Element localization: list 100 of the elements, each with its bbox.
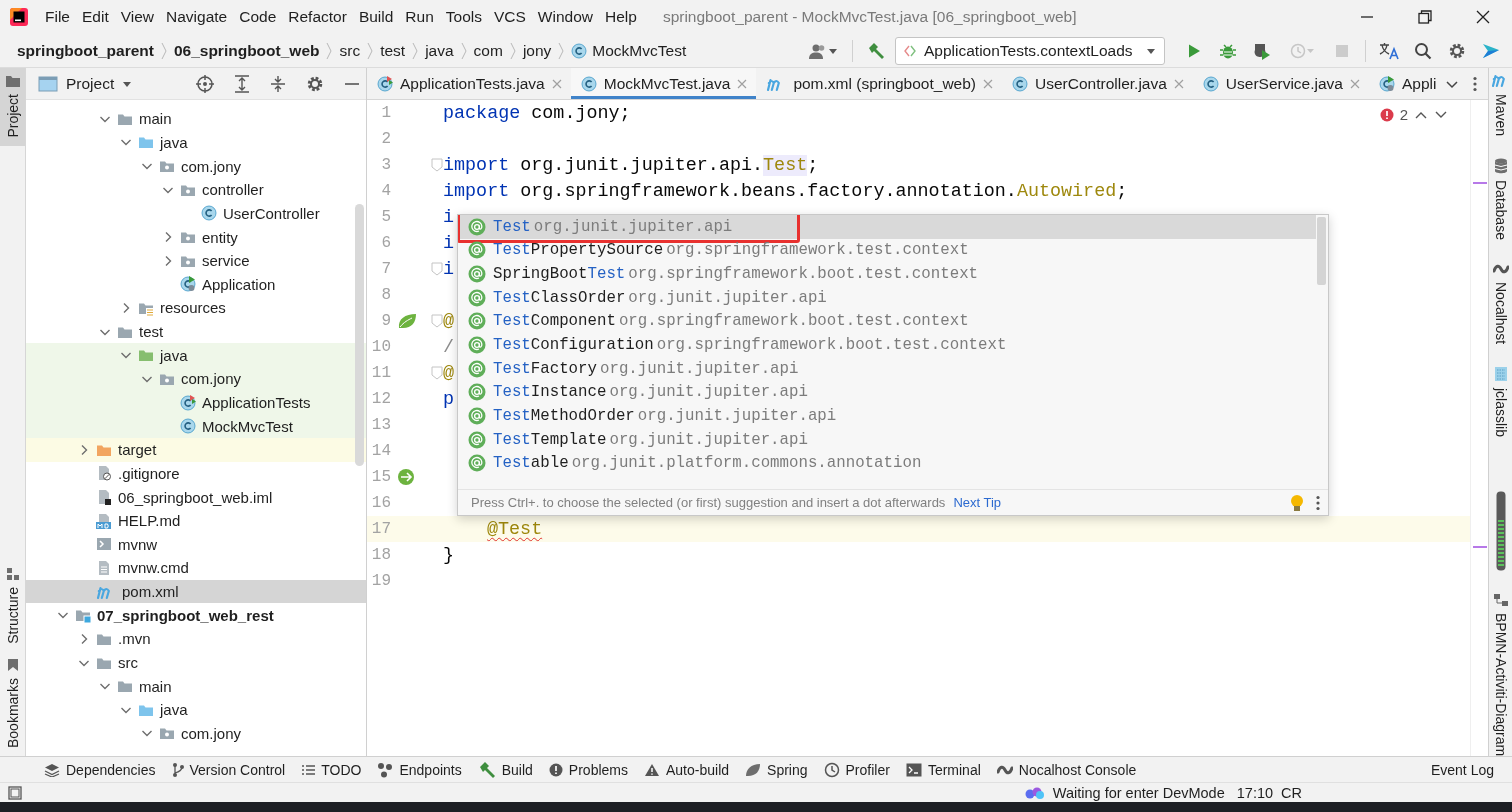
menu-item[interactable]: Refactor — [282, 8, 353, 26]
breadcrumb[interactable]: jony — [519, 41, 555, 60]
marker[interactable] — [1473, 182, 1487, 184]
menu-item[interactable]: Edit — [76, 8, 115, 26]
tree-item[interactable]: MockMvcTest — [26, 414, 366, 438]
scrollbar[interactable] — [1317, 217, 1326, 285]
tree-item[interactable]: entity — [26, 225, 366, 249]
tool-window-button[interactable]: Endpoints — [369, 761, 470, 778]
tool-window-button[interactable]: Nocalhost Console — [988, 761, 1145, 778]
coverage-icon[interactable] — [1253, 41, 1271, 60]
menu-item[interactable]: Tools — [439, 8, 488, 26]
tree-item[interactable]: pom.xml — [26, 579, 366, 604]
tree-item[interactable]: com.jony — [26, 154, 366, 178]
collapse-all-icon[interactable] — [270, 74, 286, 93]
tree-item[interactable]: java — [26, 698, 366, 722]
breadcrumb[interactable]: springboot_parent — [14, 41, 157, 60]
editor-tab[interactable]: UserService.java — [1192, 68, 1369, 99]
next-icon[interactable] — [1434, 109, 1448, 120]
tree-item[interactable]: service — [26, 248, 366, 273]
tool-window-button[interactable]: Version Control — [163, 761, 294, 778]
tool-window-button[interactable]: Profiler — [815, 761, 898, 778]
project-view-dropdown[interactable]: Project — [38, 74, 133, 93]
completion-item[interactable]: TestMethodOrder org.junit.jupiter.api — [458, 404, 1316, 428]
tree-item[interactable]: test — [26, 319, 366, 344]
editor-tab[interactable]: MockMvcTest.java — [570, 68, 757, 99]
menu-item[interactable]: Help — [599, 8, 643, 26]
scrollbar[interactable] — [355, 204, 364, 466]
tree-item[interactable]: java — [26, 343, 366, 368]
fold-marker-icon[interactable] — [431, 366, 443, 380]
more-icon[interactable] — [1316, 494, 1320, 511]
line-separator[interactable]: CR — [1281, 784, 1302, 801]
tree-item[interactable]: 06_springboot_web.iml — [26, 485, 366, 509]
tree-item[interactable]: com.jony — [26, 367, 366, 391]
tree-item[interactable]: 07_springboot_web_rest — [26, 603, 366, 628]
completion-item[interactable]: TestClassOrder org.junit.jupiter.api — [458, 285, 1316, 310]
search-icon[interactable] — [1414, 41, 1432, 60]
settings-icon[interactable] — [306, 74, 324, 93]
tool-window-tab[interactable]: Structure — [0, 561, 25, 652]
caret-position[interactable]: 17:10 — [1236, 784, 1274, 801]
editor-tab[interactable]: Appli — [1369, 68, 1446, 99]
locate-icon[interactable] — [196, 74, 214, 93]
hammer-icon[interactable] — [867, 41, 885, 60]
tool-window-button[interactable]: Dependencies — [36, 761, 164, 778]
close-icon[interactable] — [1476, 10, 1490, 24]
breadcrumb[interactable]: src — [336, 41, 364, 60]
tree-item[interactable]: java — [26, 130, 366, 155]
breadcrumb[interactable]: test — [377, 41, 409, 60]
tool-window-button[interactable]: Terminal — [897, 761, 989, 778]
breadcrumb[interactable]: 06_springboot_web — [170, 41, 323, 60]
run-configuration-dropdown[interactable]: ApplicationTests.contextLoads — [895, 36, 1165, 65]
tool-window-tab[interactable]: Database — [1492, 158, 1509, 240]
menu-item[interactable]: Window — [531, 8, 599, 26]
debug-icon[interactable] — [1219, 41, 1237, 60]
tree-item[interactable]: mvnw.cmd — [26, 556, 366, 580]
menu-item[interactable]: View — [114, 8, 161, 26]
tool-window-button[interactable]: TODO — [293, 761, 370, 778]
tree-item[interactable]: UserController — [26, 201, 366, 226]
tree-item[interactable]: main — [26, 107, 366, 131]
menu-item[interactable]: Navigate — [160, 8, 234, 26]
completion-item[interactable]: TestTemplate org.junit.jupiter.api — [458, 427, 1316, 452]
editor-tab[interactable]: UserController.java — [1002, 68, 1193, 99]
spring-bean-icon[interactable] — [397, 468, 417, 486]
completion-item[interactable]: TestComponent org.springframework.boot.test.context — [458, 309, 1316, 334]
completion-item[interactable]: TestConfiguration org.springframework.boot.test.context — [458, 333, 1316, 357]
completion-item[interactable]: SpringBootTest org.springframework.boot.test.context — [458, 262, 1316, 286]
tool-window-tab[interactable]: Project — [0, 68, 25, 146]
tree-item[interactable]: .mvn — [26, 627, 366, 651]
tree-item[interactable]: src — [26, 650, 366, 675]
menu-item[interactable]: File — [39, 8, 76, 26]
more-icon[interactable] — [1473, 75, 1478, 92]
restore-icon[interactable] — [1418, 10, 1432, 24]
tree-item[interactable]: main — [26, 674, 366, 698]
tree-item[interactable]: com.jony — [26, 721, 366, 746]
tool-window-button[interactable]: Event Log — [1422, 761, 1512, 778]
tool-window-button[interactable]: Build — [469, 760, 541, 779]
fold-marker-icon[interactable] — [431, 262, 443, 276]
tree-item[interactable]: resources — [26, 296, 366, 320]
tool-window-tab[interactable]: BPMN-Activiti-Diagram — [1492, 592, 1509, 756]
run-icon[interactable] — [1186, 42, 1202, 59]
completion-item[interactable]: Testable org.junit.platform.commons.annotation — [458, 451, 1316, 476]
tree-item[interactable]: .gitignore — [26, 461, 366, 486]
settings-icon[interactable] — [1448, 41, 1466, 60]
tree-item[interactable]: Application — [26, 272, 366, 297]
completion-item[interactable]: TestInstance org.junit.jupiter.api — [458, 380, 1316, 405]
translate-icon[interactable] — [1379, 41, 1399, 60]
menu-item[interactable]: VCS — [487, 8, 532, 26]
tool-window-tab[interactable]: Nocalhost — [1492, 261, 1509, 345]
fold-marker-icon[interactable] — [431, 314, 443, 328]
tool-window-tab[interactable]: Bookmarks — [0, 651, 25, 756]
layout-icon[interactable] — [8, 785, 22, 800]
menu-item[interactable]: Run — [399, 8, 440, 26]
breadcrumb[interactable]: MockMvcTest — [568, 41, 690, 60]
error-icon[interactable] — [1379, 107, 1394, 122]
breadcrumb[interactable]: com — [470, 41, 506, 60]
completion-item[interactable]: TestPropertySource org.springframework.test.context — [458, 238, 1316, 263]
expand-all-icon[interactable] — [234, 74, 250, 93]
tool-window-button[interactable]: Problems — [540, 761, 636, 778]
tree-item[interactable]: controller — [26, 177, 366, 202]
users-icon[interactable] — [808, 42, 827, 59]
tool-window-tab[interactable]: jclasslib — [1492, 366, 1509, 438]
